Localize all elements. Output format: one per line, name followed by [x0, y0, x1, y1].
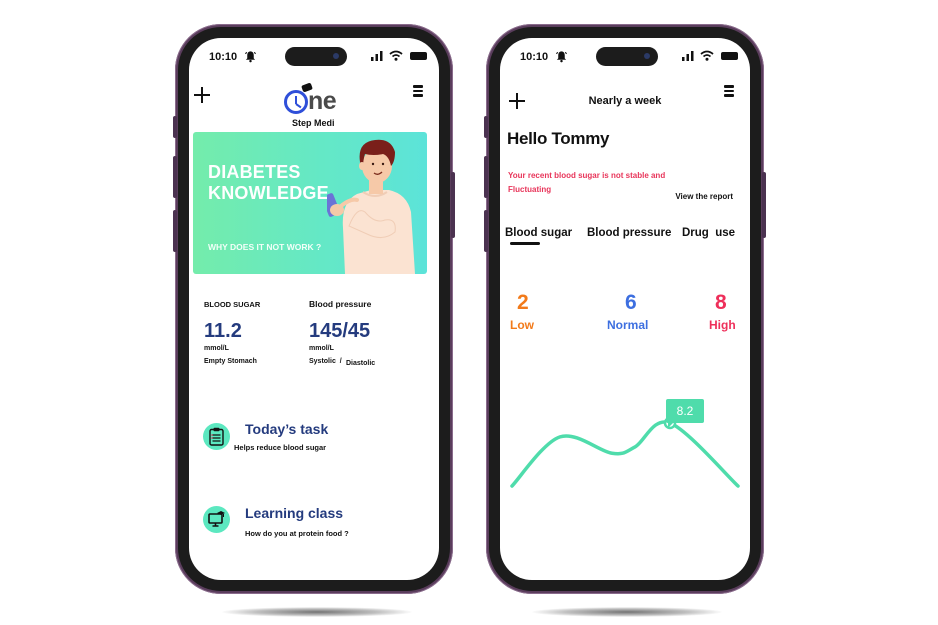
- phone-shadow-right: [532, 607, 722, 617]
- battery-icon: [410, 52, 427, 60]
- phone-action-button: [484, 116, 488, 138]
- plus-icon[interactable]: [194, 87, 210, 103]
- logo-subtitle: Step Medi: [292, 118, 335, 128]
- blood-sugar-trend-chart: [510, 416, 740, 488]
- blood-sugar-value: 11.2: [204, 320, 242, 342]
- phone-action-button: [173, 116, 177, 138]
- learning-class-subtitle: How do you at protein food ?: [245, 529, 349, 538]
- status-bar: 10:10: [189, 38, 439, 78]
- phone-shadow-left: [222, 607, 412, 617]
- signal-icon: [682, 51, 694, 61]
- dynamic-island: [285, 47, 347, 66]
- man-with-phone-illustration: [327, 139, 415, 274]
- phone-volume-up-button: [173, 156, 177, 198]
- trend-line: [510, 420, 740, 488]
- todays-task-subtitle: Helps reduce blood sugar: [234, 443, 327, 452]
- blood-sugar-screen: 10:10 Nearly a week Hello Tommy Your rec…: [500, 38, 750, 580]
- banner-title-line1: DIABETES: [208, 162, 301, 182]
- blood-sugar-alert: Your recent blood sugar is not stable an…: [508, 171, 666, 194]
- view-report-link[interactable]: View the report: [675, 192, 733, 201]
- tab-blood-pressure[interactable]: Blood pressure: [587, 227, 671, 239]
- menu-icon[interactable]: [413, 85, 423, 97]
- phone-frame-left: 10:10 ne Step Medi DIABETES KNOWLEDGE WH…: [173, 24, 455, 594]
- camera-icon: [333, 53, 339, 59]
- high-label: High: [709, 318, 736, 332]
- systolic-label: Systolic /: [309, 358, 342, 365]
- phone-volume-up-button: [484, 156, 488, 198]
- diastolic-label: Diastolic: [346, 360, 376, 367]
- low-label: Low: [510, 318, 534, 332]
- blood-sugar-unit: mmol/L: [204, 345, 229, 352]
- wifi-icon: [389, 50, 403, 61]
- blood-sugar-label: BLOOD SUGAR: [204, 300, 261, 309]
- normal-label: Normal: [607, 318, 649, 332]
- status-bar: 10:10: [500, 38, 750, 78]
- greeting: Hello Tommy: [507, 129, 610, 148]
- battery-icon: [721, 52, 738, 60]
- tab-blood-sugar[interactable]: Blood sugar: [505, 227, 572, 239]
- tab-drug-use[interactable]: Drug use: [682, 227, 735, 239]
- banner-title: DIABETES KNOWLEDGE: [208, 162, 329, 204]
- status-time: 10:10: [209, 51, 238, 63]
- phone-volume-down-button: [484, 210, 488, 252]
- blood-sugar-note: Empty Stomach: [204, 358, 257, 365]
- value-tooltip: 8.2: [666, 399, 704, 428]
- todays-task-title: Today’s task: [245, 421, 329, 437]
- learning-class-title: Learning class: [245, 505, 344, 521]
- wifi-icon: [700, 50, 714, 61]
- diabetes-knowledge-banner[interactable]: DIABETES KNOWLEDGE WHY DOES IT NOT WORK …: [193, 132, 427, 274]
- app-logo: ne Step Medi: [284, 82, 354, 132]
- monitor-graduation-icon: [203, 506, 230, 533]
- blood-pressure-value: 145/45: [309, 320, 371, 342]
- dynamic-island: [596, 47, 658, 66]
- bell-icon: [244, 51, 257, 63]
- page-title: Nearly a week: [588, 95, 662, 107]
- home-screen: 10:10 ne Step Medi DIABETES KNOWLEDGE WH…: [189, 38, 439, 580]
- clock-icon: [284, 90, 308, 114]
- high-count: 8: [715, 291, 727, 314]
- signal-icon: [371, 51, 383, 61]
- camera-icon: [644, 53, 650, 59]
- logo-wordmark: ne: [308, 87, 337, 115]
- blood-pressure-unit: mmol/L: [309, 345, 334, 352]
- blood-pressure-label: Blood pressure: [309, 299, 372, 309]
- phone-power-button: [762, 172, 766, 238]
- bell-icon: [555, 51, 568, 63]
- active-tab-indicator: [510, 242, 540, 245]
- clipboard-icon: [203, 423, 230, 450]
- banner-title-line2: KNOWLEDGE: [208, 183, 329, 203]
- menu-icon[interactable]: [724, 85, 734, 97]
- phone-frame-right: 10:10 Nearly a week Hello Tommy Your rec…: [484, 24, 766, 594]
- normal-count: 6: [625, 291, 637, 314]
- phone-power-button: [451, 172, 455, 238]
- low-count: 2: [517, 291, 529, 314]
- phone-volume-down-button: [173, 210, 177, 252]
- banner-subtitle: WHY DOES IT NOT WORK ?: [208, 242, 322, 252]
- status-time: 10:10: [520, 51, 549, 63]
